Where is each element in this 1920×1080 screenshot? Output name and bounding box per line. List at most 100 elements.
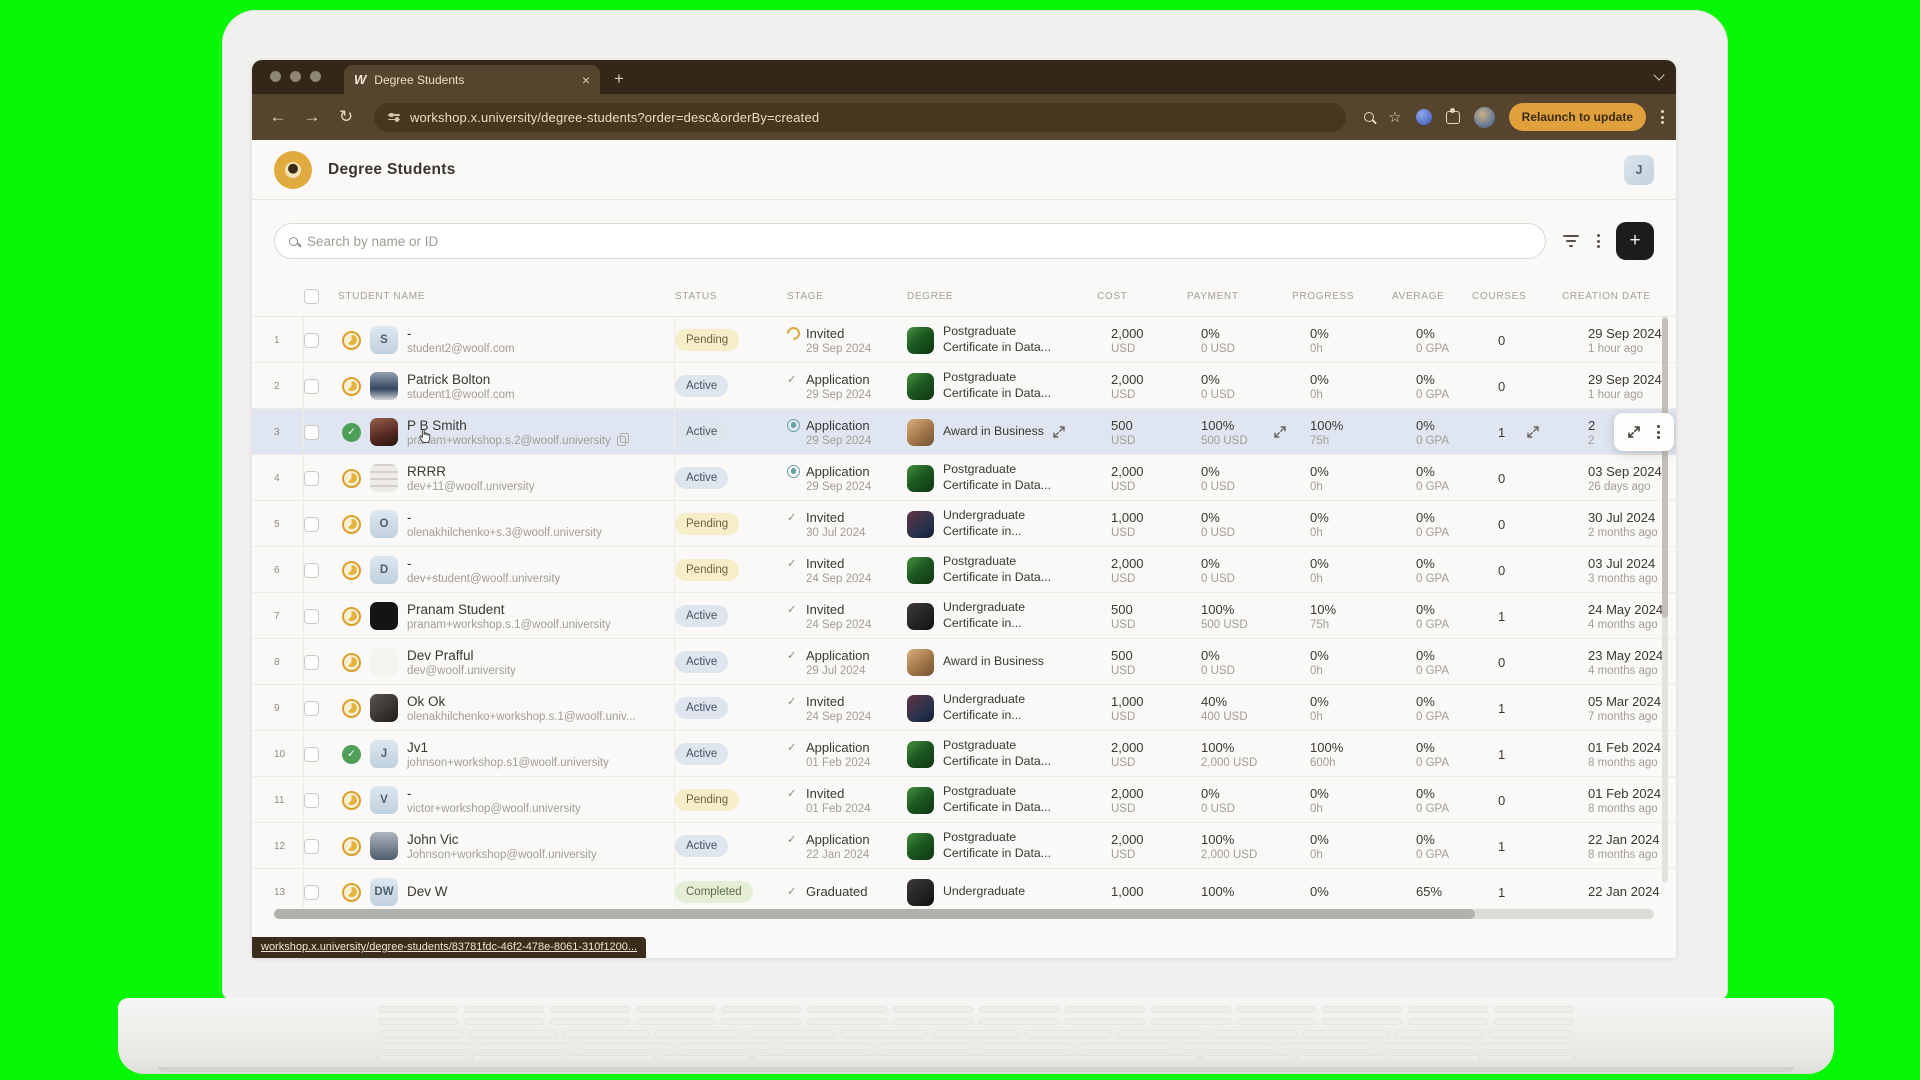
table-row[interactable]: 1 S - student2@woolf.com Pending Invited… [252, 316, 1676, 362]
row-checkbox[interactable] [304, 701, 319, 716]
progress-percent: 100% [1310, 418, 1392, 433]
table-row[interactable]: 12 John Vic Johnson+workshop@woolf.unive… [252, 822, 1676, 868]
degree-line1: Award in Business [943, 654, 1044, 668]
reload-button[interactable]: ↻ [332, 107, 360, 127]
extension-blue-icon[interactable] [1416, 109, 1432, 125]
row-checkbox[interactable] [304, 793, 319, 808]
tab-close-icon[interactable]: × [582, 73, 590, 87]
student-name[interactable]: Patrick Bolton [407, 372, 515, 387]
degree-thumbnail [907, 373, 934, 400]
table-row[interactable]: 6 D - dev+student@woolf.university Pendi… [252, 546, 1676, 592]
bookmark-star-icon[interactable]: ☆ [1388, 108, 1401, 126]
address-bar[interactable]: workshop.x.university/degree-students?or… [374, 103, 1346, 132]
table-row[interactable]: 7 Pranam Student pranam+workshop.s.1@woo… [252, 592, 1676, 638]
browser-toolbar: ← → ↻ workshop.x.university/degree-stude… [252, 94, 1676, 140]
browser-tab[interactable]: W Degree Students × [344, 65, 600, 94]
vertical-scrollbar-thumb[interactable] [1662, 318, 1668, 618]
table-row[interactable]: 9 Ok Ok olenakhilchenko+workshop.s.1@woo… [252, 684, 1676, 730]
degree-thumbnail [907, 879, 934, 906]
select-all-checkbox[interactable] [304, 289, 319, 304]
minimize-window-button[interactable] [290, 71, 301, 82]
row-checkbox[interactable] [304, 333, 319, 348]
browser-menu-kebab-icon[interactable] [1660, 110, 1664, 124]
row-checkbox[interactable] [304, 609, 319, 624]
student-name[interactable]: Dev Prafful [407, 648, 516, 663]
student-name[interactable]: - [407, 326, 515, 341]
tab-search-chevron-icon[interactable] [1654, 69, 1664, 79]
col-payment[interactable]: PAYMENT [1187, 291, 1292, 302]
window-controls[interactable] [270, 71, 321, 82]
new-tab-button[interactable]: + [614, 69, 624, 89]
row-checkbox[interactable] [304, 839, 319, 854]
student-name[interactable]: RRRR [407, 464, 534, 479]
col-progress[interactable]: PROGRESS [1292, 291, 1392, 302]
user-avatar[interactable]: J [1624, 155, 1654, 185]
col-courses[interactable]: COURSES [1472, 291, 1562, 302]
payment-expand-icon[interactable] [1274, 426, 1286, 438]
table-options-kebab-icon[interactable] [1596, 234, 1600, 248]
degree-expand-icon[interactable] [1053, 426, 1065, 438]
row-checkbox[interactable] [304, 379, 319, 394]
name-block: Jv1 johnson+workshop.s1@woolf.university [407, 740, 609, 769]
student-name[interactable]: Pranam Student [407, 602, 611, 617]
student-name[interactable]: Dev W [407, 884, 448, 899]
table-row[interactable]: 4 RRRR dev+11@woolf.university Active Ap… [252, 454, 1676, 500]
stage-label: Graduated [806, 884, 867, 899]
payment-percent: 0% [1201, 510, 1235, 525]
filter-icon[interactable] [1562, 235, 1580, 247]
search-input[interactable]: Search by name or ID [274, 223, 1546, 259]
table-row[interactable]: 3 P B Smith pranam+workshop.s.2@woolf.un… [252, 408, 1676, 454]
table-row[interactable]: 8 Dev Prafful dev@woolf.university Activ… [252, 638, 1676, 684]
vertical-scrollbar[interactable] [1662, 316, 1668, 883]
row-checkbox[interactable] [304, 655, 319, 670]
row-expand-icon[interactable] [1628, 426, 1640, 438]
student-name[interactable]: P B Smith [407, 418, 626, 433]
student-name[interactable]: - [407, 786, 581, 801]
horizontal-scrollbar-thumb[interactable] [274, 909, 1475, 919]
col-cost[interactable]: COST [1097, 291, 1187, 302]
col-average[interactable]: AVERAGE [1392, 291, 1472, 302]
col-stage[interactable]: STAGE [787, 291, 907, 302]
row-checkbox[interactable] [304, 471, 319, 486]
average-gpa: 0 GPA [1416, 573, 1472, 585]
status-cell: Active [675, 697, 787, 719]
payment-percent: 100% [1201, 740, 1257, 755]
row-checkbox[interactable] [304, 885, 319, 900]
row-checkbox[interactable] [304, 563, 319, 578]
student-name[interactable]: - [407, 556, 560, 571]
student-name[interactable]: Jv1 [407, 740, 609, 755]
student-name[interactable]: Ok Ok [407, 694, 636, 709]
table-row[interactable]: 5 O - olenakhilchenko+s.3@woolf.universi… [252, 500, 1676, 546]
copy-icon[interactable] [617, 436, 626, 446]
maximize-window-button[interactable] [310, 71, 321, 82]
avatar [370, 694, 398, 722]
col-degree[interactable]: DEGREE [907, 291, 1097, 302]
table-row[interactable]: 13 DW Dev W Completed Graduated Undergra… [252, 868, 1676, 907]
table-row[interactable]: 2 Patrick Bolton student1@woolf.com Acti… [252, 362, 1676, 408]
extensions-puzzle-icon[interactable] [1446, 111, 1460, 124]
horizontal-scrollbar[interactable] [274, 909, 1654, 919]
col-student-name[interactable]: STUDENT NAME [338, 291, 675, 302]
browser-profile-avatar[interactable] [1474, 107, 1495, 128]
add-student-button[interactable]: + [1616, 222, 1654, 260]
stage-date: 29 Sep 2024 [806, 389, 907, 401]
col-creation-date[interactable]: CREATION DATE [1562, 291, 1654, 302]
status-badge: Active [675, 467, 728, 489]
site-settings-icon[interactable] [388, 114, 400, 120]
table-row[interactable]: 11 V - victor+workshop@woolf.university … [252, 776, 1676, 822]
zoom-icon[interactable] [1364, 112, 1374, 122]
row-menu-kebab-icon[interactable] [1656, 425, 1660, 439]
col-status[interactable]: STATUS [675, 291, 787, 302]
status-cell: Active [675, 467, 787, 489]
student-name[interactable]: - [407, 510, 602, 525]
row-checkbox[interactable] [304, 425, 319, 440]
relaunch-to-update-button[interactable]: Relaunch to update [1509, 103, 1646, 131]
forward-button[interactable]: → [298, 107, 326, 127]
close-window-button[interactable] [270, 71, 281, 82]
row-checkbox[interactable] [304, 517, 319, 532]
row-checkbox[interactable] [304, 747, 319, 762]
table-row[interactable]: 10 J Jv1 johnson+workshop.s1@woolf.unive… [252, 730, 1676, 776]
student-name[interactable]: John Vic [407, 832, 597, 847]
back-button[interactable]: ← [264, 107, 292, 127]
courses-expand-icon[interactable] [1527, 426, 1539, 438]
